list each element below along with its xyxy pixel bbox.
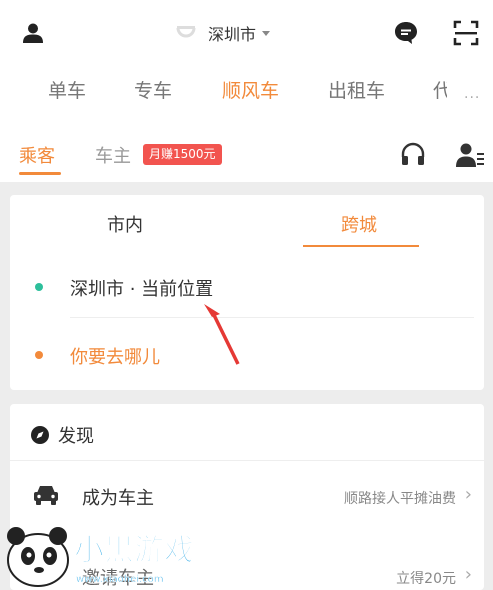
role-passenger[interactable]: 乘客 xyxy=(19,142,55,168)
trip-card: 市内 跨城 深圳市 · 当前位置 你要去哪儿 xyxy=(10,195,484,390)
watermark-url: www.xiaohei.com xyxy=(76,574,164,585)
service-tabs: 单车 专车 顺风车 出租车 代 xyxy=(0,76,493,116)
didi-logo-icon xyxy=(176,26,196,38)
role-switch: 乘客 车主 月赚1500元 xyxy=(0,136,493,182)
become-driver-subtitle: 顺路接人平摊油费 xyxy=(344,491,456,507)
tab-taxi[interactable]: 出租车 xyxy=(328,76,385,103)
chevron-right-icon: › xyxy=(464,564,472,585)
user-icon[interactable] xyxy=(22,22,44,44)
become-driver-title: 成为车主 xyxy=(82,488,154,509)
origin-text: 深圳市 · 当前位置 xyxy=(70,279,214,300)
discover-header: 发现 xyxy=(30,422,94,448)
message-icon[interactable] xyxy=(393,20,419,46)
tab-intracity[interactable]: 市内 xyxy=(107,211,143,237)
discover-title: 发现 xyxy=(58,426,94,447)
site-watermark-logo: 小黑游戏 www.xiaohei.com xyxy=(7,527,195,587)
origin-dot-icon xyxy=(35,283,43,291)
chevron-down-icon xyxy=(262,30,271,36)
destination-input: 你要去哪儿 xyxy=(70,347,160,368)
tab-hitch[interactable]: 顺风车 xyxy=(222,76,279,103)
divider xyxy=(70,317,474,318)
header: 深圳市 单车 专车 顺风车 出租车 代 ··· 乘客 车主 月赚1500元 xyxy=(0,0,493,182)
tab-bike[interactable]: 单车 xyxy=(48,76,86,103)
divider xyxy=(10,460,484,461)
top-bar: 深圳市 xyxy=(0,0,493,66)
chevron-right-icon: › xyxy=(464,484,472,505)
role-driver[interactable]: 车主 xyxy=(95,142,131,168)
annotation-arrow-icon xyxy=(204,304,240,365)
city-name: 深圳市 xyxy=(208,25,257,44)
driver-profile-icon[interactable] xyxy=(456,142,484,168)
destination-dot-icon xyxy=(35,351,43,359)
origin-row[interactable]: 深圳市 · 当前位置 xyxy=(10,257,484,317)
tab-premier[interactable]: 专车 xyxy=(134,76,172,103)
tab-designated-driver[interactable]: 代 xyxy=(433,76,447,103)
more-icon[interactable]: ··· xyxy=(464,90,480,106)
headset-icon[interactable] xyxy=(400,142,426,168)
destination-row[interactable]: 你要去哪儿 xyxy=(10,325,484,385)
role-underline xyxy=(19,172,61,175)
tab-intercity[interactable]: 跨城 xyxy=(341,211,377,237)
invite-driver-subtitle: 立得20元 xyxy=(396,571,456,587)
mode-underline xyxy=(303,245,419,247)
scan-icon[interactable] xyxy=(452,19,480,47)
compass-icon xyxy=(31,426,49,444)
city-selector[interactable]: 深圳市 xyxy=(172,18,271,48)
watermark-brand: 小黑游戏 xyxy=(74,533,194,568)
earnings-badge: 月赚1500元 xyxy=(143,144,222,165)
car-icon xyxy=(34,486,58,505)
